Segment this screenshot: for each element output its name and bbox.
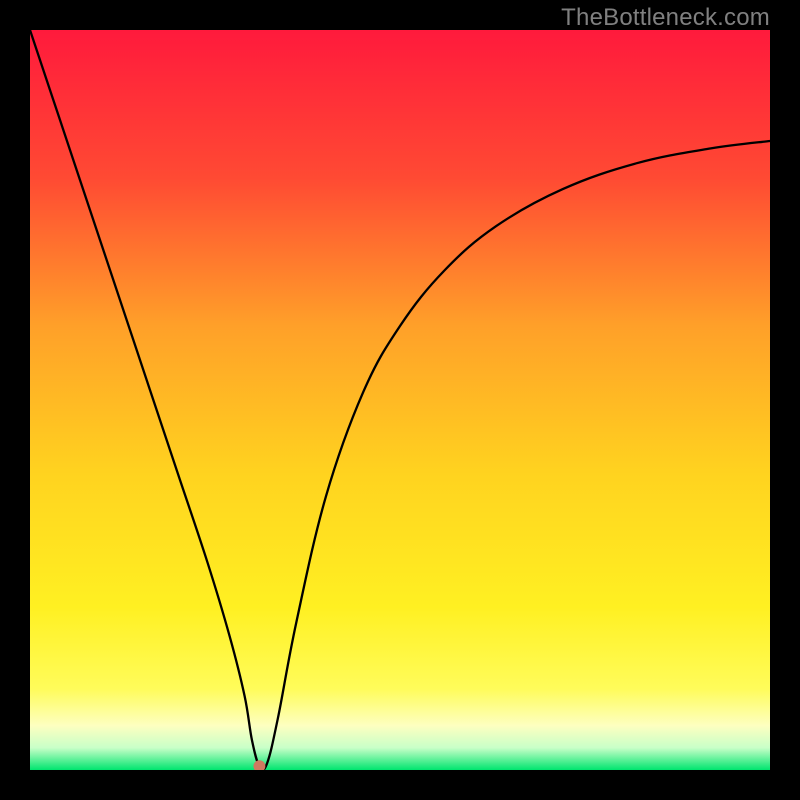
chart-frame: TheBottleneck.com bbox=[0, 0, 800, 800]
bottleneck-chart-svg bbox=[30, 30, 770, 770]
plot-area bbox=[30, 30, 770, 770]
gradient-background bbox=[30, 30, 770, 770]
attribution-text: TheBottleneck.com bbox=[561, 4, 770, 32]
